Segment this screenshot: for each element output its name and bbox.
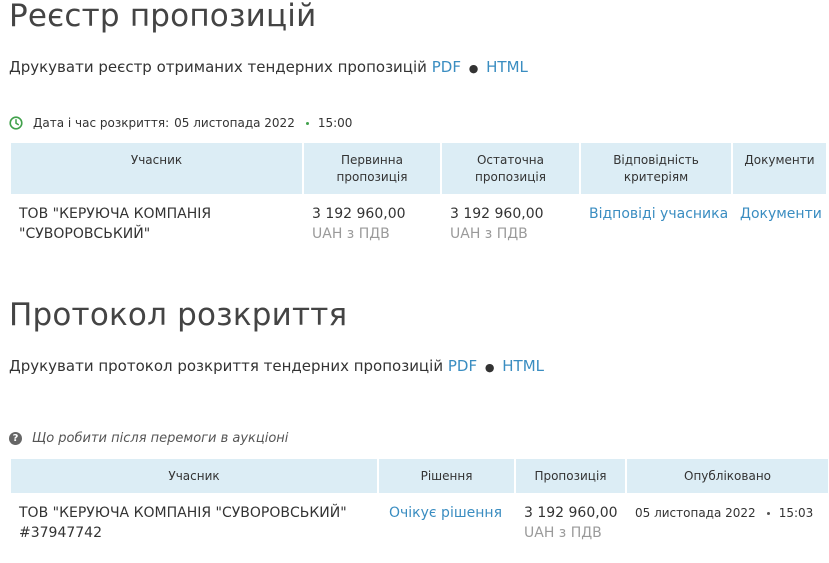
time-separator-dot: [766, 511, 770, 515]
page: Реєстр пропозицій Друкувати реєстр отрим…: [0, 0, 829, 563]
published-datetime: 05 листопада 2022 15:03: [635, 503, 828, 523]
protocol-title: Протокол розкриття: [9, 297, 348, 333]
participant-name: ТОВ "КЕРУЮЧА КОМПАНІЯ "СУВОРОВСЬКИЙ": [19, 505, 347, 521]
initial-offer-cell: 3 192 960,00 UAH з ПДВ: [304, 194, 440, 244]
col-participant: Учасник: [11, 459, 377, 493]
protocol-header-row: Учасник Рішення Пропозиція Опубліковано: [11, 459, 828, 493]
table-row: ТОВ "КЕРУЮЧА КОМПАНІЯ "СУВОРОВСЬКИЙ" #37…: [11, 493, 828, 543]
col-criteria: Відповідність критеріям: [581, 143, 731, 194]
documents-cell: Документи: [733, 194, 826, 244]
table-row: ТОВ "КЕРУЮЧА КОМПАНІЯ "СУВОРОВСЬКИЙ" 3 1…: [11, 194, 826, 244]
registry-pdf-link[interactable]: PDF: [432, 58, 461, 76]
criteria-cell: Відповіді учасника: [581, 194, 731, 244]
opening-label: Дата і час розкриття:: [33, 116, 170, 130]
participant-name: ТОВ "КЕРУЮЧА КОМПАНІЯ "СУВОРОВСЬКИЙ": [19, 206, 212, 242]
participant-id: #37947742: [19, 525, 102, 541]
time-separator-dot: [305, 121, 309, 125]
initial-offer-amount: 3 192 960,00: [312, 206, 406, 222]
opening-date: 05 листопада 2022: [174, 116, 295, 130]
col-participant: Учасник: [11, 143, 302, 194]
question-circle-icon: ?: [9, 432, 22, 445]
protocol-participant-cell: ТОВ "КЕРУЮЧА КОМПАНІЯ "СУВОРОВСЬКИЙ" #37…: [11, 493, 377, 543]
registry-print-text: Друкувати реєстр отриманих тендерних про…: [9, 58, 427, 76]
registry-html-link[interactable]: HTML: [486, 58, 528, 76]
registry-title: Реєстр пропозицій: [9, 0, 317, 34]
clock-icon: [9, 116, 23, 130]
final-offer-cell: 3 192 960,00 UAH з ПДВ: [442, 194, 579, 244]
registry-table: Учасник Первинна пропозиція Остаточна пр…: [9, 143, 828, 244]
col-final-offer: Остаточна пропозиція: [442, 143, 579, 194]
col-offer: Пропозиція: [516, 459, 625, 493]
bullet-separator: ●: [484, 361, 495, 374]
opening-datetime: Дата і час розкриття: 05 листопада 2022 …: [9, 116, 352, 130]
offer-cell: 3 192 960,00 UAH з ПДВ: [516, 493, 625, 543]
protocol-table: Учасник Рішення Пропозиція Опубліковано …: [9, 459, 829, 543]
registry-header-row: Учасник Первинна пропозиція Остаточна пр…: [11, 143, 826, 194]
published-cell: 05 листопада 2022 15:03: [627, 493, 828, 543]
protocol-print-text: Друкувати протокол розкриття тендерних п…: [9, 357, 444, 375]
initial-offer-currency: UAH з ПДВ: [312, 226, 390, 242]
final-offer-currency: UAH з ПДВ: [450, 226, 528, 242]
offer-amount: 3 192 960,00: [524, 505, 618, 521]
final-offer-amount: 3 192 960,00: [450, 206, 544, 222]
col-decision: Рішення: [379, 459, 514, 493]
decision-cell: Очікує рішення: [379, 493, 514, 543]
opening-time: 15:00: [317, 116, 353, 130]
help-link[interactable]: Що робити після перемоги в аукціоні: [32, 431, 288, 446]
help-row[interactable]: ? Що робити після перемоги в аукціоні: [9, 431, 288, 446]
protocol-html-link[interactable]: HTML: [502, 357, 544, 375]
offer-currency: UAH з ПДВ: [524, 525, 602, 541]
published-time: 15:03: [778, 506, 814, 520]
published-date: 05 листопада 2022: [635, 506, 756, 520]
participant-answers-link[interactable]: Відповіді учасника: [589, 206, 728, 222]
protocol-pdf-link[interactable]: PDF: [448, 357, 477, 375]
decision-status-link[interactable]: Очікує рішення: [389, 505, 502, 521]
bullet-separator: ●: [468, 62, 479, 75]
col-documents: Документи: [733, 143, 826, 194]
documents-link[interactable]: Документи: [740, 206, 822, 222]
col-initial-offer: Первинна пропозиція: [304, 143, 440, 194]
registry-print-line: Друкувати реєстр отриманих тендерних про…: [9, 58, 528, 76]
protocol-print-line: Друкувати протокол розкриття тендерних п…: [9, 357, 544, 375]
col-published: Опубліковано: [627, 459, 828, 493]
